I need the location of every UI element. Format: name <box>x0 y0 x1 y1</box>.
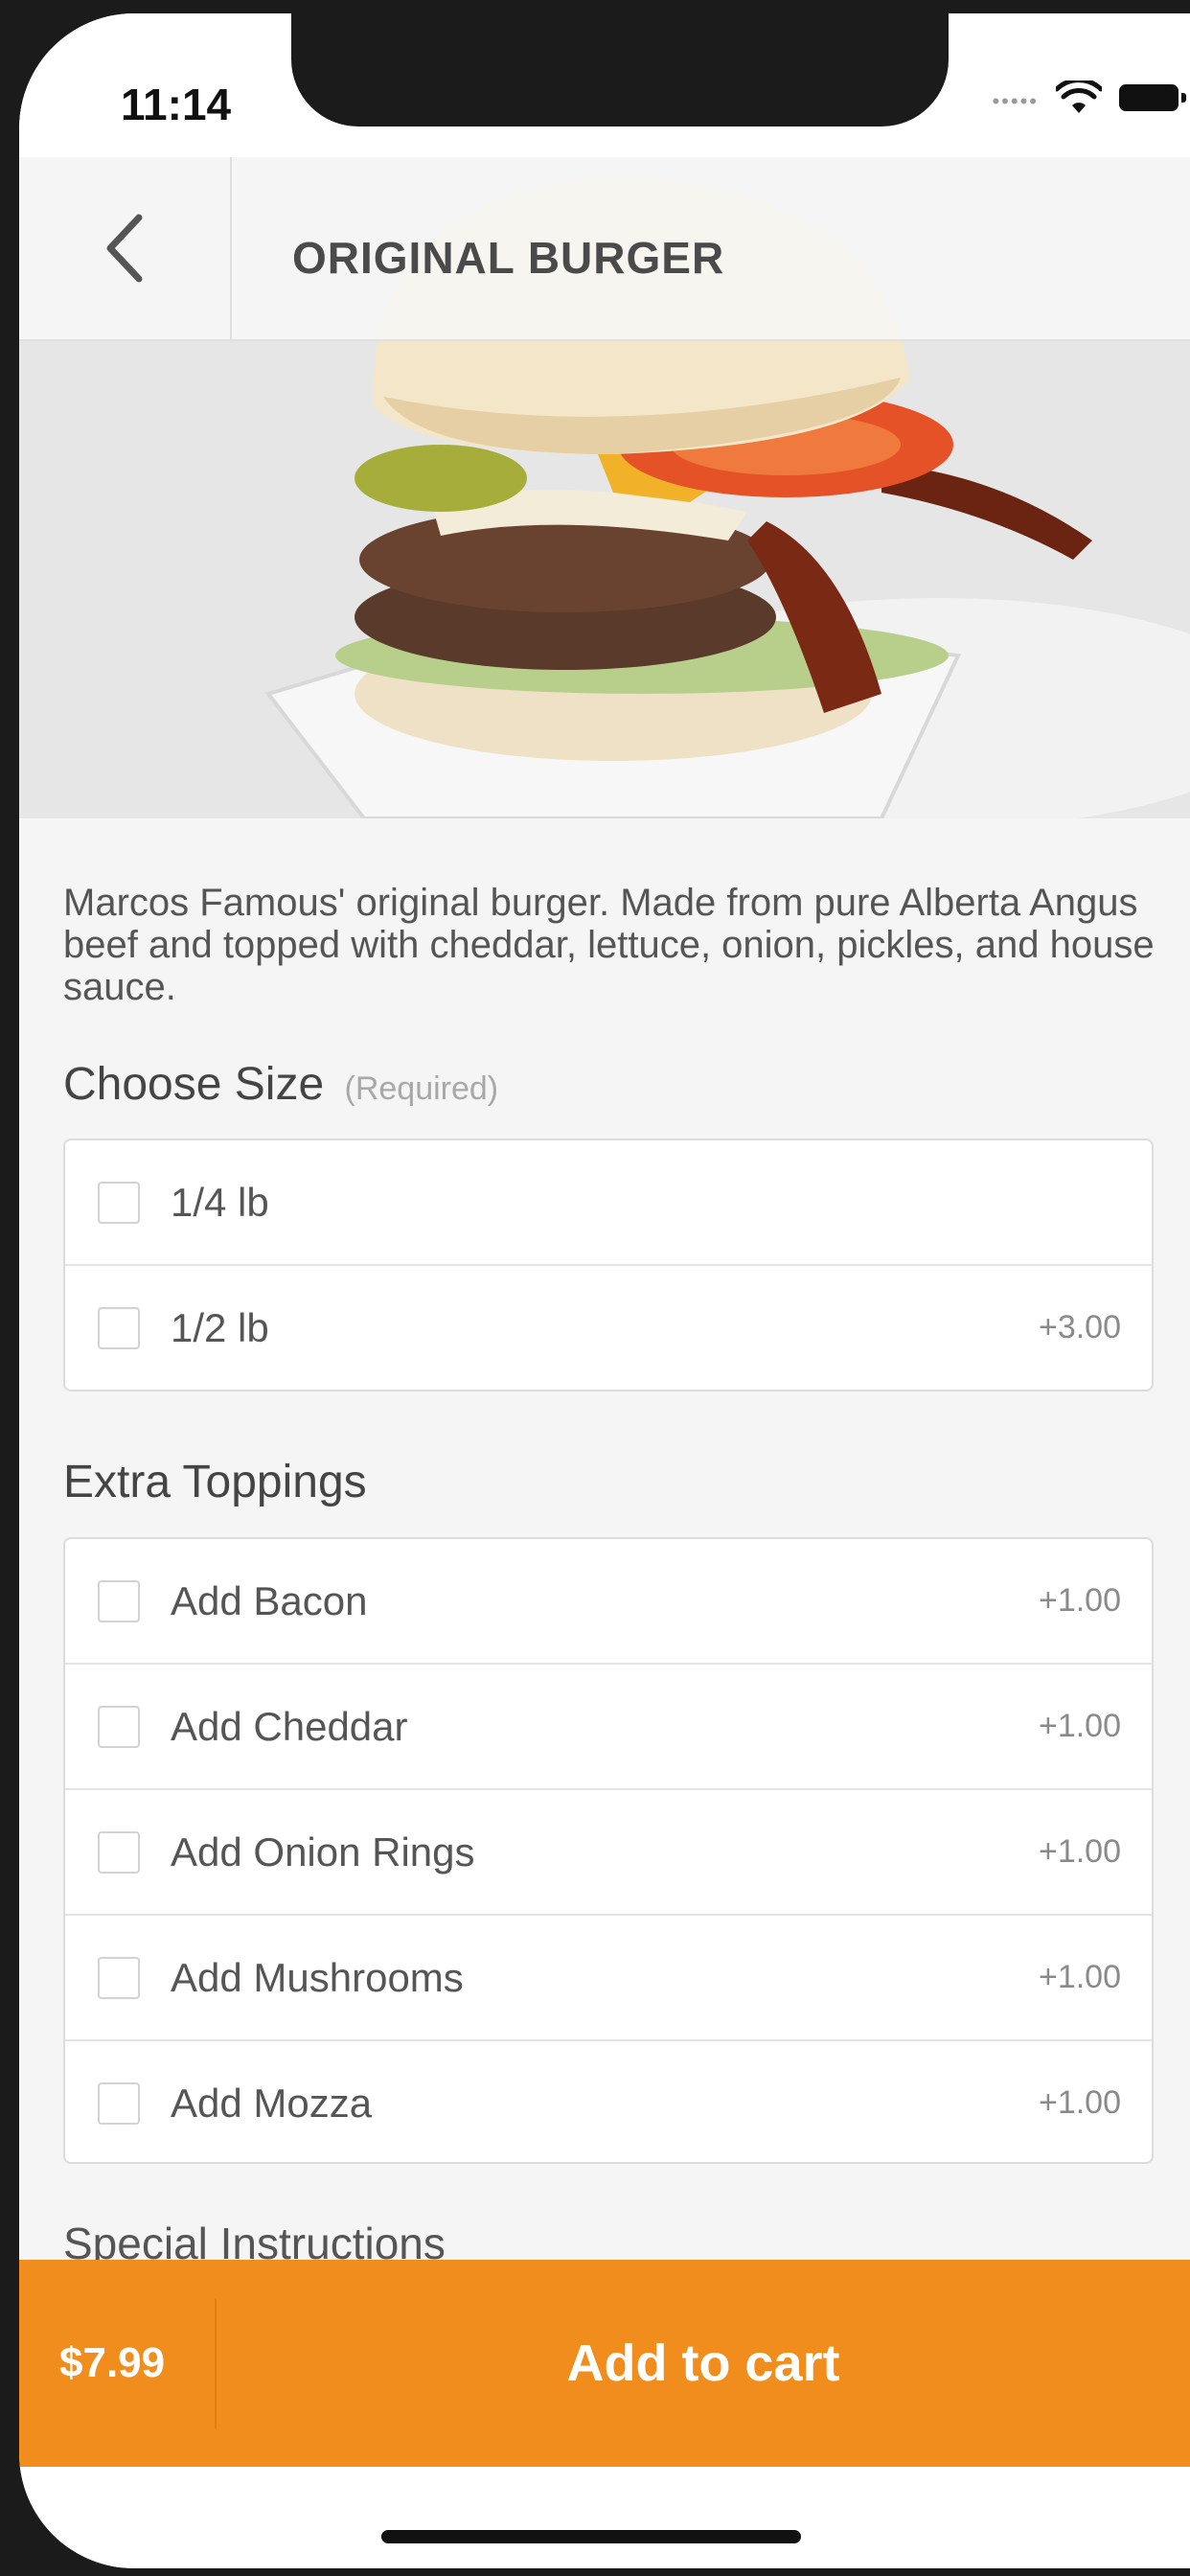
size-section-label: Choose Size <box>63 1059 325 1110</box>
wifi-icon <box>1056 80 1102 113</box>
status-time: 11:14 <box>121 80 232 129</box>
option-price: +1.00 <box>1038 1582 1121 1619</box>
checkbox[interactable] <box>98 1181 140 1224</box>
option-label: Add Mozza <box>171 2080 373 2126</box>
size-option-quarter-lb[interactable]: 1/4 lb <box>65 1140 1152 1266</box>
option-label: Add Onion Rings <box>171 1828 475 1874</box>
checkbox[interactable] <box>98 1579 140 1622</box>
checkbox[interactable] <box>98 1306 140 1349</box>
option-price: +3.00 <box>1038 1309 1121 1346</box>
status-icons: ••••• <box>992 80 1186 115</box>
option-label: Add Cheddar <box>171 1703 408 1749</box>
checkbox[interactable] <box>98 1956 140 1999</box>
add-to-cart-bar[interactable]: $7.99 Add to cart <box>19 2260 1190 2467</box>
device-notch <box>291 13 949 126</box>
home-indicator-area <box>19 2467 1190 2568</box>
item-description: Marcos Famous' original burger. Made fro… <box>63 882 1155 1008</box>
required-label: (Required) <box>344 1070 499 1107</box>
navigation-bar: ORIGINAL BURGER <box>19 157 1190 341</box>
topping-option-onion-rings[interactable]: Add Onion Rings +1.00 <box>65 1790 1152 1916</box>
checkbox[interactable] <box>98 2082 140 2125</box>
toppings-section-title: Extra Toppings <box>63 1457 367 1507</box>
option-label: 1/2 lb <box>171 1304 269 1350</box>
chevron-left-icon <box>106 214 143 283</box>
back-button[interactable] <box>19 157 232 339</box>
option-price: +1.00 <box>1038 1708 1121 1744</box>
size-options: 1/4 lb 1/2 lb +3.00 <box>63 1138 1154 1392</box>
checkbox[interactable] <box>98 1705 140 1748</box>
cart-price: $7.99 <box>59 2339 166 2386</box>
topping-option-mozza[interactable]: Add Mozza +1.00 <box>65 2041 1152 2162</box>
page-title: ORIGINAL BURGER <box>292 233 725 283</box>
topping-options: Add Bacon +1.00 Add Cheddar +1.00 Add On… <box>63 1537 1154 2164</box>
option-price: +1.00 <box>1038 2084 1121 2121</box>
topping-option-bacon[interactable]: Add Bacon +1.00 <box>65 1539 1152 1665</box>
add-to-cart-button[interactable]: Add to cart <box>217 2260 1190 2467</box>
option-price: +1.00 <box>1038 1959 1121 1995</box>
signal-dots-icon: ••••• <box>992 89 1039 113</box>
option-label: 1/4 lb <box>171 1179 269 1225</box>
battery-icon <box>1119 84 1186 111</box>
phone-screen: 11:14 ••••• ORIGINAL BURGER Marcos Famou… <box>19 13 1190 2568</box>
option-price: +1.00 <box>1038 1833 1121 1870</box>
option-label: Add Bacon <box>171 1577 368 1623</box>
checkbox[interactable] <box>98 1830 140 1874</box>
topping-option-mushrooms[interactable]: Add Mushrooms +1.00 <box>65 1916 1152 2041</box>
size-section-title: Choose Size (Required) <box>63 1058 498 1111</box>
home-indicator[interactable] <box>381 2530 801 2543</box>
option-label: Add Mushrooms <box>171 1954 464 2000</box>
size-option-half-lb[interactable]: 1/2 lb +3.00 <box>65 1266 1152 1390</box>
topping-option-cheddar[interactable]: Add Cheddar +1.00 <box>65 1665 1152 1790</box>
